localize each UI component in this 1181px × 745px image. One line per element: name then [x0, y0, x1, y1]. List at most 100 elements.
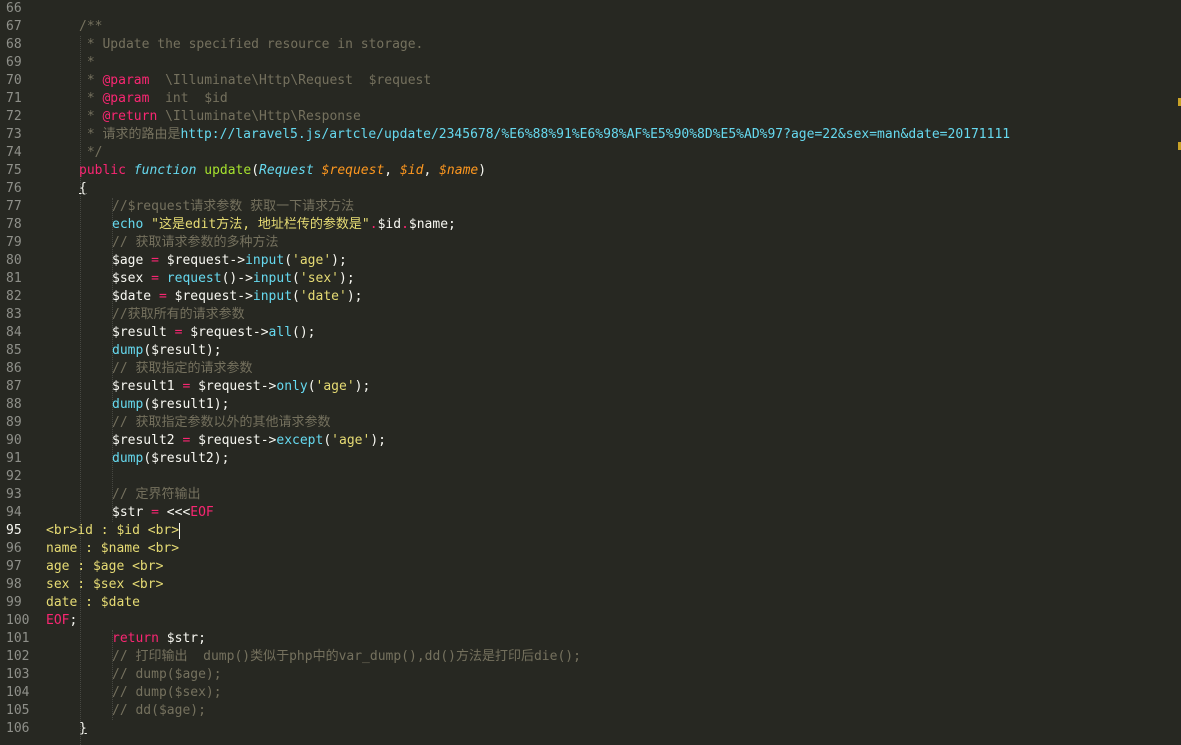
function-call: dump: [112, 451, 144, 466]
line-number[interactable]: 79: [6, 234, 40, 252]
line-number[interactable]: 88: [6, 396, 40, 414]
code-line-83: //获取所有的请求参数: [46, 306, 1181, 324]
variable: $request->: [190, 433, 277, 448]
heredoc-content: name : $name <br>: [46, 541, 180, 556]
line-number[interactable]: 81: [6, 270, 40, 288]
comment: // 获取指定参数以外的其他请求参数: [112, 415, 331, 430]
line-number[interactable]: 70: [6, 72, 40, 90]
method-call: input: [252, 271, 293, 286]
line-number[interactable]: 68: [6, 36, 40, 54]
operator: =: [151, 505, 159, 520]
line-number[interactable]: 85: [6, 342, 40, 360]
variable: $request->: [182, 325, 269, 340]
punctuation: );: [331, 253, 347, 268]
line-number[interactable]: 66: [6, 0, 40, 18]
line-number[interactable]: 97: [6, 558, 40, 576]
line-number[interactable]: 76: [6, 180, 40, 198]
line-number[interactable]: 74: [6, 144, 40, 162]
line-number[interactable]: 87: [6, 378, 40, 396]
line-number[interactable]: 98: [6, 576, 40, 594]
variable: $result2: [112, 433, 183, 448]
url-link[interactable]: http://laravel5.js/artcle/update/2345678…: [180, 127, 1010, 142]
punctuation: ($result);: [143, 343, 222, 358]
heredoc-content: date : $date: [46, 595, 140, 610]
variable: $str: [112, 505, 152, 520]
code-line-80: $age = $request->input('age');: [46, 252, 1181, 270]
variable: $request->: [190, 379, 277, 394]
line-number[interactable]: 77: [6, 198, 40, 216]
function-call: dump: [112, 343, 144, 358]
punctuation: (: [292, 271, 300, 286]
code-line-68: * Update the specified resource in stora…: [46, 36, 1181, 54]
code-editor[interactable]: 66 67 68 69 70 71 72 73 74 75 76 77 78 79 80 81 82 83 84 85…: [0, 0, 1181, 745]
line-number[interactable]: 101: [6, 630, 40, 648]
line-number[interactable]: 89: [6, 414, 40, 432]
line-number[interactable]: 91: [6, 450, 40, 468]
method-call: except: [276, 433, 324, 448]
line-number[interactable]: 96: [6, 540, 40, 558]
punctuation: );: [370, 433, 386, 448]
line-number[interactable]: 90: [6, 432, 40, 450]
variable: $result: [112, 325, 175, 340]
variable: $request->: [166, 289, 253, 304]
code-line-85: dump($result);: [46, 342, 1181, 360]
code-line-94: $str = <<<EOF: [46, 504, 1181, 522]
text-cursor: [179, 522, 181, 539]
line-number[interactable]: 86: [6, 360, 40, 378]
operator: =: [151, 271, 159, 286]
doc-tag: @param: [102, 73, 150, 88]
code-line-78: echo "这是edit方法, 地址栏传的参数是".$id.$name;: [46, 216, 1181, 234]
punctuation: );: [354, 379, 371, 394]
line-number[interactable]: 84: [6, 324, 40, 342]
code-line-93: // 定界符输出: [46, 486, 1181, 504]
line-number[interactable]: 69: [6, 54, 40, 72]
code-line-84: $result = $request->all();: [46, 324, 1181, 342]
line-number[interactable]: 103: [6, 666, 40, 684]
punctuation: (: [307, 379, 316, 394]
code-line-82: $date = $request->input('date');: [46, 288, 1181, 306]
punctuation: ;: [69, 613, 78, 628]
line-number[interactable]: 71: [6, 90, 40, 108]
code-line-73: * 请求的路由是http://laravel5.js/artcle/update…: [46, 126, 1181, 144]
code-line-89: // 获取指定参数以外的其他请求参数: [46, 414, 1181, 432]
line-number[interactable]: 100: [6, 612, 40, 630]
line-number[interactable]: 92: [6, 468, 40, 486]
comment: // dump($age);: [112, 667, 222, 682]
line-number[interactable]: 105: [6, 702, 40, 720]
heredoc-content: sex : $sex <br>: [46, 577, 164, 592]
line-number[interactable]: 75: [6, 162, 40, 180]
doc-comment: * 请求的路由是: [79, 127, 181, 142]
doc-comment: *: [79, 55, 95, 70]
line-number[interactable]: 94: [6, 504, 40, 522]
line-number[interactable]: 83: [6, 306, 40, 324]
line-number[interactable]: 95: [6, 522, 40, 540]
punctuation: (: [284, 253, 293, 268]
variable: $name;: [408, 217, 456, 232]
line-number[interactable]: 104: [6, 684, 40, 702]
open-brace: {: [79, 181, 87, 196]
line-number[interactable]: 99: [6, 594, 40, 612]
variable: $id: [377, 217, 402, 232]
line-number[interactable]: 102: [6, 648, 40, 666]
parameter: $request: [321, 163, 385, 178]
code-area[interactable]: /** * Update the specified resource in s…: [46, 0, 1181, 745]
code-line-95: <br>id : $id <br>: [46, 522, 1181, 540]
line-number[interactable]: 80: [6, 252, 40, 270]
method-call: input: [252, 289, 293, 304]
punctuation: ): [478, 163, 487, 178]
line-number[interactable]: 73: [6, 126, 40, 144]
punctuation: ,: [384, 163, 400, 178]
line-number[interactable]: 82: [6, 288, 40, 306]
comment: //$request请求参数 获取一下请求方法: [112, 199, 355, 214]
string-literal: 'age': [292, 253, 332, 268]
code-line-79: // 获取请求参数的多种方法: [46, 234, 1181, 252]
line-number[interactable]: 93: [6, 486, 40, 504]
punctuation: (: [251, 163, 260, 178]
variable: $request->: [158, 253, 246, 268]
punctuation: );: [346, 289, 363, 304]
line-number[interactable]: 106: [6, 720, 40, 738]
line-number[interactable]: 67: [6, 18, 40, 36]
code-line-69: *: [46, 54, 1181, 72]
line-number[interactable]: 78: [6, 216, 40, 234]
line-number[interactable]: 72: [6, 108, 40, 126]
